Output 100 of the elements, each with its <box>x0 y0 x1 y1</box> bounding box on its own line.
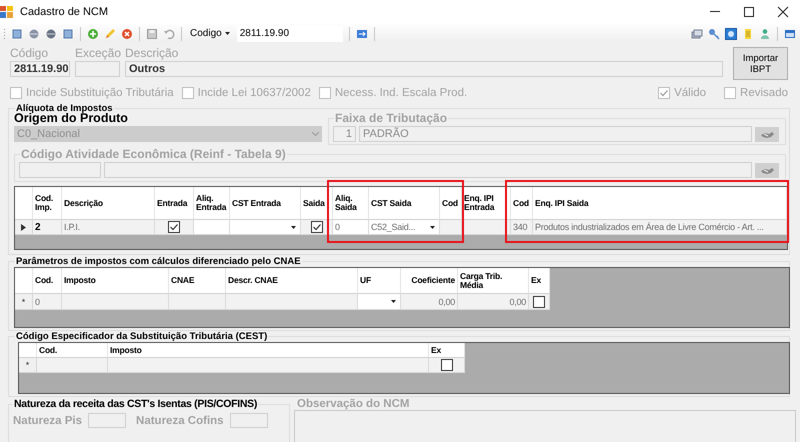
checkbox-square[interactable] <box>10 87 22 99</box>
text-field[interactable] <box>75 61 120 77</box>
column-header: Imposto <box>62 268 169 294</box>
group-title: Código Atividade Econômica (Reinf - Tabela 9) <box>20 147 287 161</box>
checkbox[interactable]: Incide Substituição Tributária <box>10 87 174 99</box>
column-header: CST Entrada <box>230 187 301 220</box>
key-icon[interactable] <box>708 28 720 40</box>
column-header: Coeficiente <box>401 268 458 294</box>
origin-dropdown[interactable]: C0_Nacional <box>14 126 322 142</box>
lookup-button[interactable] <box>755 126 779 142</box>
caret-icon <box>291 226 296 228</box>
caret-icon <box>312 132 319 136</box>
checkbox-square[interactable] <box>318 87 331 99</box>
field-label: Natureza Pis <box>13 414 82 426</box>
column-header: Cod. Imp. <box>33 187 62 220</box>
disc-icon[interactable] <box>28 28 40 40</box>
lookup-button[interactable] <box>755 162 779 178</box>
checkbox[interactable]: Necess. Ind. Escala Prod. <box>318 87 468 99</box>
table-cell <box>462 220 511 235</box>
caret-icon <box>224 32 230 36</box>
header-corner <box>19 343 37 358</box>
column-header: Enq. IPI Entrada <box>462 187 511 220</box>
save-icon[interactable] <box>146 28 158 40</box>
checkbox[interactable]: Incide Lei 10637/2002 <box>182 87 311 99</box>
text-field[interactable]: 2811.19.90 <box>10 61 70 77</box>
table-cell: Produtos industrializados em Área de Livre Comércio - Art. ... <box>533 220 787 235</box>
table-cell <box>440 220 462 235</box>
table-cell: 340 <box>511 220 533 235</box>
dropdown-cell[interactable] <box>230 220 301 235</box>
table-cell: I.P.I. <box>62 220 155 235</box>
text-field[interactable]: Outros <box>125 61 723 77</box>
field-label: Código <box>10 46 50 60</box>
column-header: CST Saida <box>369 187 440 220</box>
text-field[interactable]: PADRÃO <box>359 126 752 142</box>
group-title: Faixa de Tributação <box>334 111 448 125</box>
search-by-dropdown[interactable]: Codigo <box>188 28 232 39</box>
caret-icon <box>391 300 396 303</box>
table-cell <box>169 294 226 310</box>
input-cell[interactable]: 0 <box>333 220 369 235</box>
table-cell: 0,00 <box>401 294 458 310</box>
note-icon[interactable] <box>742 28 754 40</box>
column-header: Saida <box>301 187 333 220</box>
export-icon[interactable] <box>356 28 368 40</box>
group-title: Alíquota de Impostos <box>16 103 113 114</box>
disc-icon[interactable] <box>45 28 57 40</box>
person-icon[interactable] <box>759 28 771 40</box>
app-icon <box>0 6 13 18</box>
table-cell: 2 <box>33 220 62 235</box>
column-header: Entrada <box>155 187 194 220</box>
windows-icon[interactable] <box>691 28 703 40</box>
row-header: * <box>15 294 33 310</box>
column-header: Imposto <box>108 343 429 358</box>
field-label: Descrição <box>125 46 180 60</box>
text-field[interactable]: 1 <box>333 126 356 142</box>
column-header: Enq. IPI Saida <box>533 187 787 220</box>
column-header: Carga Trib. Média <box>458 268 529 294</box>
column-header: Cod. <box>33 268 62 294</box>
observation-field[interactable] <box>294 410 796 442</box>
input-cell[interactable] <box>194 220 230 235</box>
delete-icon[interactable] <box>121 28 133 40</box>
header-corner <box>15 268 33 294</box>
column-header: Ex <box>529 268 550 294</box>
checkbox[interactable]: Válido <box>658 87 706 99</box>
page-icon[interactable] <box>62 28 74 40</box>
checkbox-square[interactable] <box>182 87 194 99</box>
checkbox[interactable] <box>533 296 545 308</box>
search-field[interactable]: 2811.19.90 <box>236 26 343 42</box>
column-header: Descr. CNAE <box>226 268 358 294</box>
column-header: Cod. <box>37 343 108 358</box>
checkbox-square[interactable] <box>658 87 670 99</box>
field-label: Exceção <box>75 46 120 60</box>
import-button[interactable]: Importar IBPT <box>733 47 788 80</box>
group-title: Parâmetros de impostos com cálculos diferenciado pelo CNAE <box>15 256 302 267</box>
page-icon[interactable] <box>11 28 23 40</box>
text-field[interactable] <box>104 162 752 178</box>
text-field[interactable] <box>230 413 268 428</box>
checkbox[interactable] <box>440 359 452 371</box>
table-cell: 0 <box>33 294 62 310</box>
checkbox-square[interactable] <box>724 87 736 99</box>
checkbox[interactable] <box>168 221 180 233</box>
dropdown-cell[interactable] <box>358 294 401 310</box>
window-title: Cadastro de NCM <box>20 6 110 18</box>
column-header: Descrição <box>62 187 155 220</box>
header-corner <box>15 187 33 220</box>
maximize-icon <box>743 6 755 18</box>
group-title: Natureza da receita das CST's Isentas (PIS/COFINS) <box>13 398 258 410</box>
checkbox[interactable] <box>310 221 322 233</box>
checkbox[interactable]: Revisado <box>724 87 788 99</box>
window-icon[interactable] <box>784 28 796 40</box>
group-title: Observação do NCM <box>296 398 410 410</box>
column-header: CNAE <box>169 268 226 294</box>
column-header: Aliq. Entrada <box>194 187 230 220</box>
add-icon[interactable] <box>87 28 99 40</box>
dropdown-cell[interactable]: C52_Said... <box>369 220 440 235</box>
pencil-icon[interactable] <box>104 28 116 40</box>
text-field[interactable] <box>19 162 101 178</box>
field-label: Natureza Cofins <box>136 414 224 426</box>
undo-icon[interactable] <box>163 28 175 40</box>
text-field[interactable] <box>88 413 126 428</box>
monitor-icon[interactable] <box>725 28 737 40</box>
